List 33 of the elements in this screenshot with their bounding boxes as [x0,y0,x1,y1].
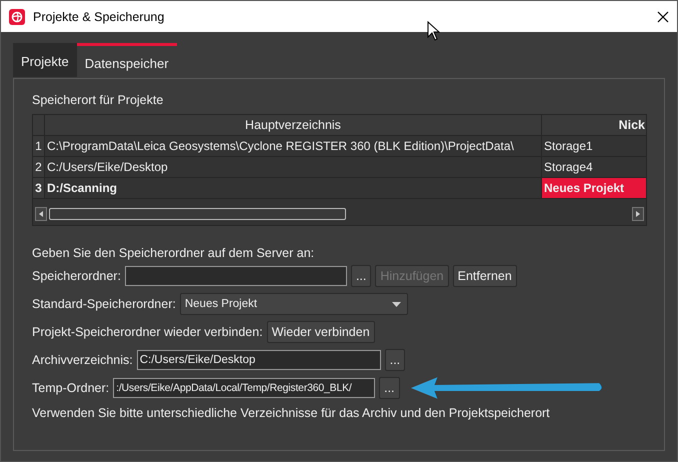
left-arrow-icon[interactable] [39,211,43,217]
field-label: Speicherordner: [32,269,121,283]
reconnect-button[interactable]: Wieder verbinden [266,321,375,343]
row-number: 1 [33,136,45,156]
browse-button[interactable]: ... [379,377,400,399]
tab[interactable]: Projekte [13,43,77,77]
table-cell[interactable]: Storage1 [542,136,646,156]
field-label: Standard-Speicherordner: [32,297,176,311]
server-hint: Geben Sie den Speicherordner auf dem Server an: [32,246,316,260]
row-number: 2 [33,157,45,177]
row-number: 3 [33,178,45,198]
table-cell[interactable]: Neues Projekt [542,178,646,198]
right-arrow-icon[interactable] [636,211,640,217]
field-label: Archivverzeichnis: [32,353,133,367]
archive-field[interactable]: C:/Users/Eike/Desktop [136,350,381,370]
browse-button[interactable]: ... [384,349,406,371]
table-cell[interactable]: C:\ProgramData\Leica Geosystems\Cyclone REGISTER 360 (BLK Edition)\ProjectData\ [45,136,542,156]
default-folder-dropdown[interactable]: Neues Projekt [180,293,408,315]
table-cell[interactable]: C:/Users/Eike/Desktop [45,157,542,177]
browse-button[interactable]: ... [350,265,372,287]
field-label: Projekt-Speicherordner wieder verbinden: [32,325,263,339]
column-header[interactable]: Nick [542,115,646,135]
window-title: Projekte & Speicherung [33,10,166,24]
temp-folder-field[interactable]: :/Users/Eike/AppData/Local/Temp/Register360_BLK/ [113,378,376,398]
table-cell[interactable]: Storage4 [542,157,646,177]
app-logo-icon [9,8,25,24]
section-label: Speicherort für Projekte [32,93,164,107]
field-label: Temp-Ordner: [32,381,110,395]
column-header[interactable]: Hauptverzeichnis [45,115,542,135]
dropdown-arrow-icon[interactable] [392,302,401,306]
remove-button[interactable]: Entfernen [452,265,517,287]
note-text: Verwenden Sie bitte unterschiedliche Verzeichnisse für das Archiv und den Projektspeicherort [32,406,551,420]
close-icon[interactable] [657,10,669,22]
